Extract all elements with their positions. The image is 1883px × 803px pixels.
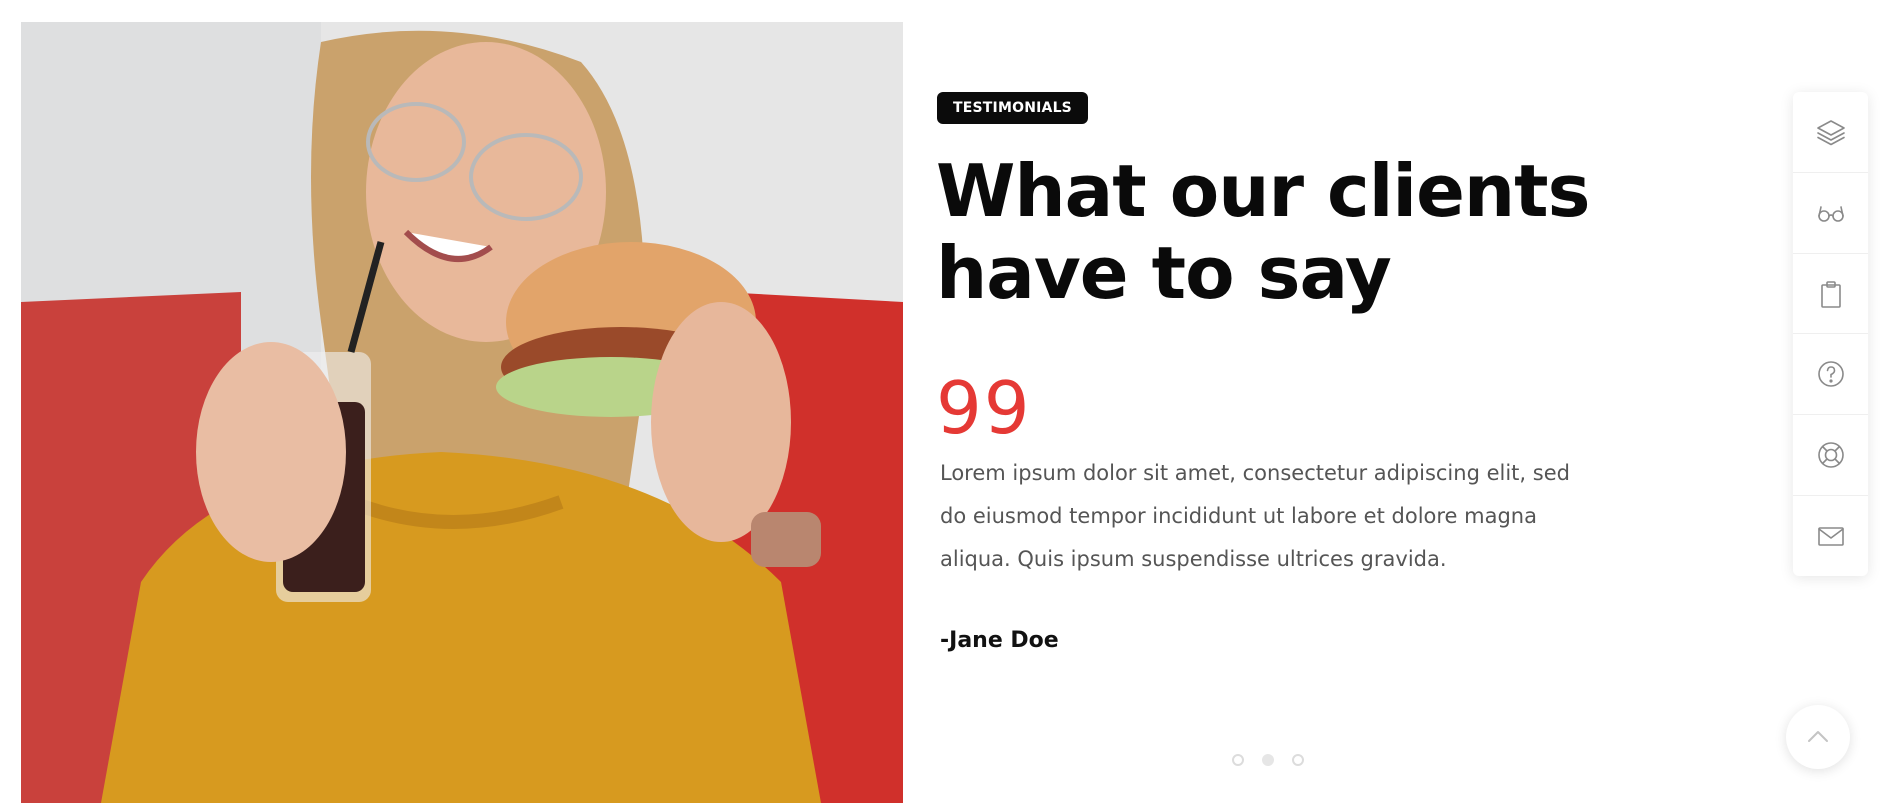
quote-icon: 99 [936,366,1032,450]
back-to-top-button[interactable] [1786,705,1850,769]
slider-pagination [1232,754,1304,766]
chevron-up-icon [1808,731,1828,742]
glasses-icon [1817,205,1844,222]
toolbar-mail-button[interactable] [1793,496,1868,576]
testimonial-photo-illustration [21,22,903,803]
clipboard-icon [1820,280,1841,308]
mail-icon [1817,527,1844,546]
slider-dot-3[interactable] [1292,754,1304,766]
side-toolbar [1793,92,1868,576]
testimonial-quote: Lorem ipsum dolor sit amet, consectetur … [940,461,1570,571]
toolbar-clipboard-button[interactable] [1793,254,1868,335]
slider-dot-1[interactable] [1232,754,1244,766]
layers-icon [1816,120,1845,146]
section-title: What our clients have to say [936,149,1590,315]
slider-dot-2-active[interactable] [1262,754,1274,766]
toolbar-help-button[interactable] [1793,334,1868,416]
testimonial-author: -Jane Doe [940,628,1059,653]
toolbar-glasses-button[interactable] [1793,173,1868,254]
help-icon [1817,361,1844,388]
testimonial-photo [21,22,903,803]
toolbar-support-button[interactable] [1793,415,1868,497]
lifebuoy-icon [1817,442,1844,469]
section-badge: TESTIMONIALS [937,92,1088,124]
toolbar-layers-button[interactable] [1793,92,1868,173]
